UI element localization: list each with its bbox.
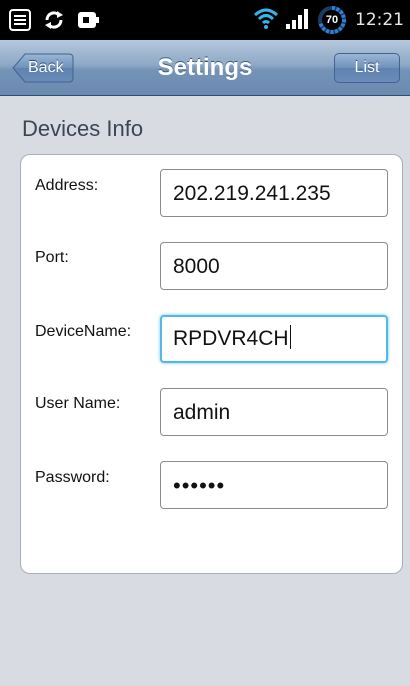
user-name-label: User Name: [35, 395, 121, 412]
settings-content: Devices Info Address: 202.219.241.235 Po… [0, 96, 410, 686]
password-field[interactable]: •••••• [160, 461, 388, 509]
battery-saver-icon [76, 8, 100, 32]
address-label: Address: [35, 177, 99, 194]
address-field[interactable]: 202.219.241.235 [160, 169, 388, 217]
notification-icon [8, 8, 32, 32]
user-name-field[interactable]: admin [160, 388, 388, 436]
device-info-panel: Address: 202.219.241.235 Port: 8000 Devi… [20, 154, 403, 574]
device-name-value: RPDVR4CH [173, 327, 289, 350]
status-icons-right: 70 12:21 [253, 4, 404, 36]
port-field[interactable]: 8000 [160, 242, 388, 290]
device-name-field[interactable]: RPDVR4CH [160, 315, 388, 363]
device-name-label: DeviceName: [35, 323, 132, 340]
status-bar: 70 12:21 [0, 0, 410, 40]
signal-icon [285, 6, 311, 35]
wifi-icon [253, 6, 279, 35]
battery-icon: 70 [317, 5, 347, 35]
navigation-bar: Back Settings List [0, 40, 410, 96]
status-icons-left [8, 8, 100, 32]
section-title: Devices Info [22, 116, 144, 141]
battery-level: 70 [325, 14, 339, 26]
text-cursor [289, 325, 291, 350]
port-label: Port: [35, 249, 69, 266]
password-label: Password: [35, 469, 110, 486]
list-button[interactable]: List [334, 53, 400, 83]
sync-icon [42, 8, 66, 32]
clock: 12:21 [355, 10, 404, 30]
